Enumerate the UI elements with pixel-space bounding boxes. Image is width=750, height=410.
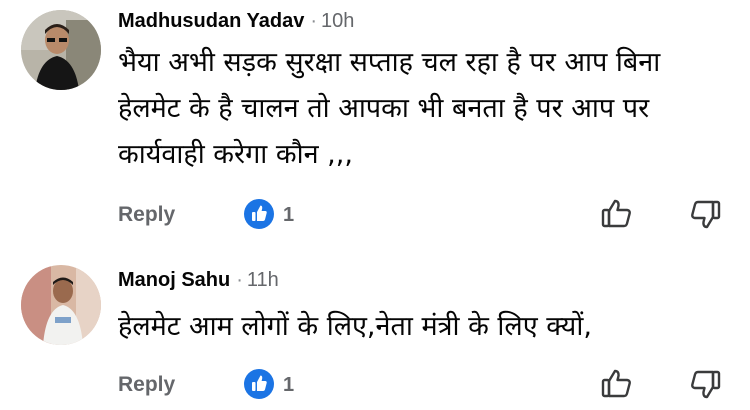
separator-dot: · xyxy=(310,10,318,32)
thumbs-up-icon xyxy=(252,375,267,391)
reply-button[interactable]: Reply xyxy=(118,373,175,397)
user-photo-avatar-icon xyxy=(21,10,101,90)
thumbs-down-outline-icon xyxy=(691,200,721,229)
timestamp[interactable]: 11h xyxy=(247,269,279,291)
like-reaction-badge[interactable] xyxy=(244,369,274,399)
dislike-button[interactable] xyxy=(688,368,722,402)
like-count: 1 xyxy=(283,374,295,396)
comment-text-line: हेलमेट के है चालन तो आपका भी बनता है पर … xyxy=(118,93,650,124)
comment: Madhusudan Yadav · 10h भैया अभी सड़क सुरक्… xyxy=(0,0,750,240)
comment-text: भैया अभी सड़क सुरक्षा सप्ताह चल रहा है प… xyxy=(118,40,738,178)
dislike-button[interactable] xyxy=(688,198,722,232)
separator-dot: · xyxy=(236,269,243,291)
comment-text: हेलमेट आम लोगों के लिए,नेता मंत्री के लि… xyxy=(118,304,738,350)
thumbs-up-outline-icon xyxy=(601,369,631,398)
like-button[interactable] xyxy=(600,196,634,230)
author-name[interactable]: Madhusudan Yadav xyxy=(118,10,304,32)
comment: Manoj Sahu · 11h हेलमेट आम लोगों के लिए,ने… xyxy=(0,258,750,410)
thumbs-up-icon xyxy=(252,205,267,221)
avatar[interactable] xyxy=(21,10,101,90)
avatar[interactable] xyxy=(21,265,101,345)
comment-header: Manoj Sahu · 11h xyxy=(118,269,279,292)
like-count: 1 xyxy=(283,204,295,226)
comment-text-line: हेलमेट आम लोगों के लिए,नेता मंत्री के लि… xyxy=(118,311,592,342)
thumbs-up-outline-icon xyxy=(601,199,631,228)
comment-text-line: कार्यवाही करेगा कौन ,,, xyxy=(118,139,353,170)
reply-button[interactable]: Reply xyxy=(118,203,175,227)
user-photo-avatar-icon xyxy=(21,265,101,345)
like-reaction-badge[interactable] xyxy=(244,199,274,229)
like-button[interactable] xyxy=(600,366,634,400)
timestamp[interactable]: 10h xyxy=(321,10,354,32)
comment-header: Madhusudan Yadav · 10h xyxy=(118,10,354,33)
thumbs-down-outline-icon xyxy=(691,370,721,399)
comment-text-line: भैया अभी सड़क सुरक्षा सप्ताह चल रहा है प… xyxy=(118,47,661,78)
author-name[interactable]: Manoj Sahu xyxy=(118,269,230,291)
